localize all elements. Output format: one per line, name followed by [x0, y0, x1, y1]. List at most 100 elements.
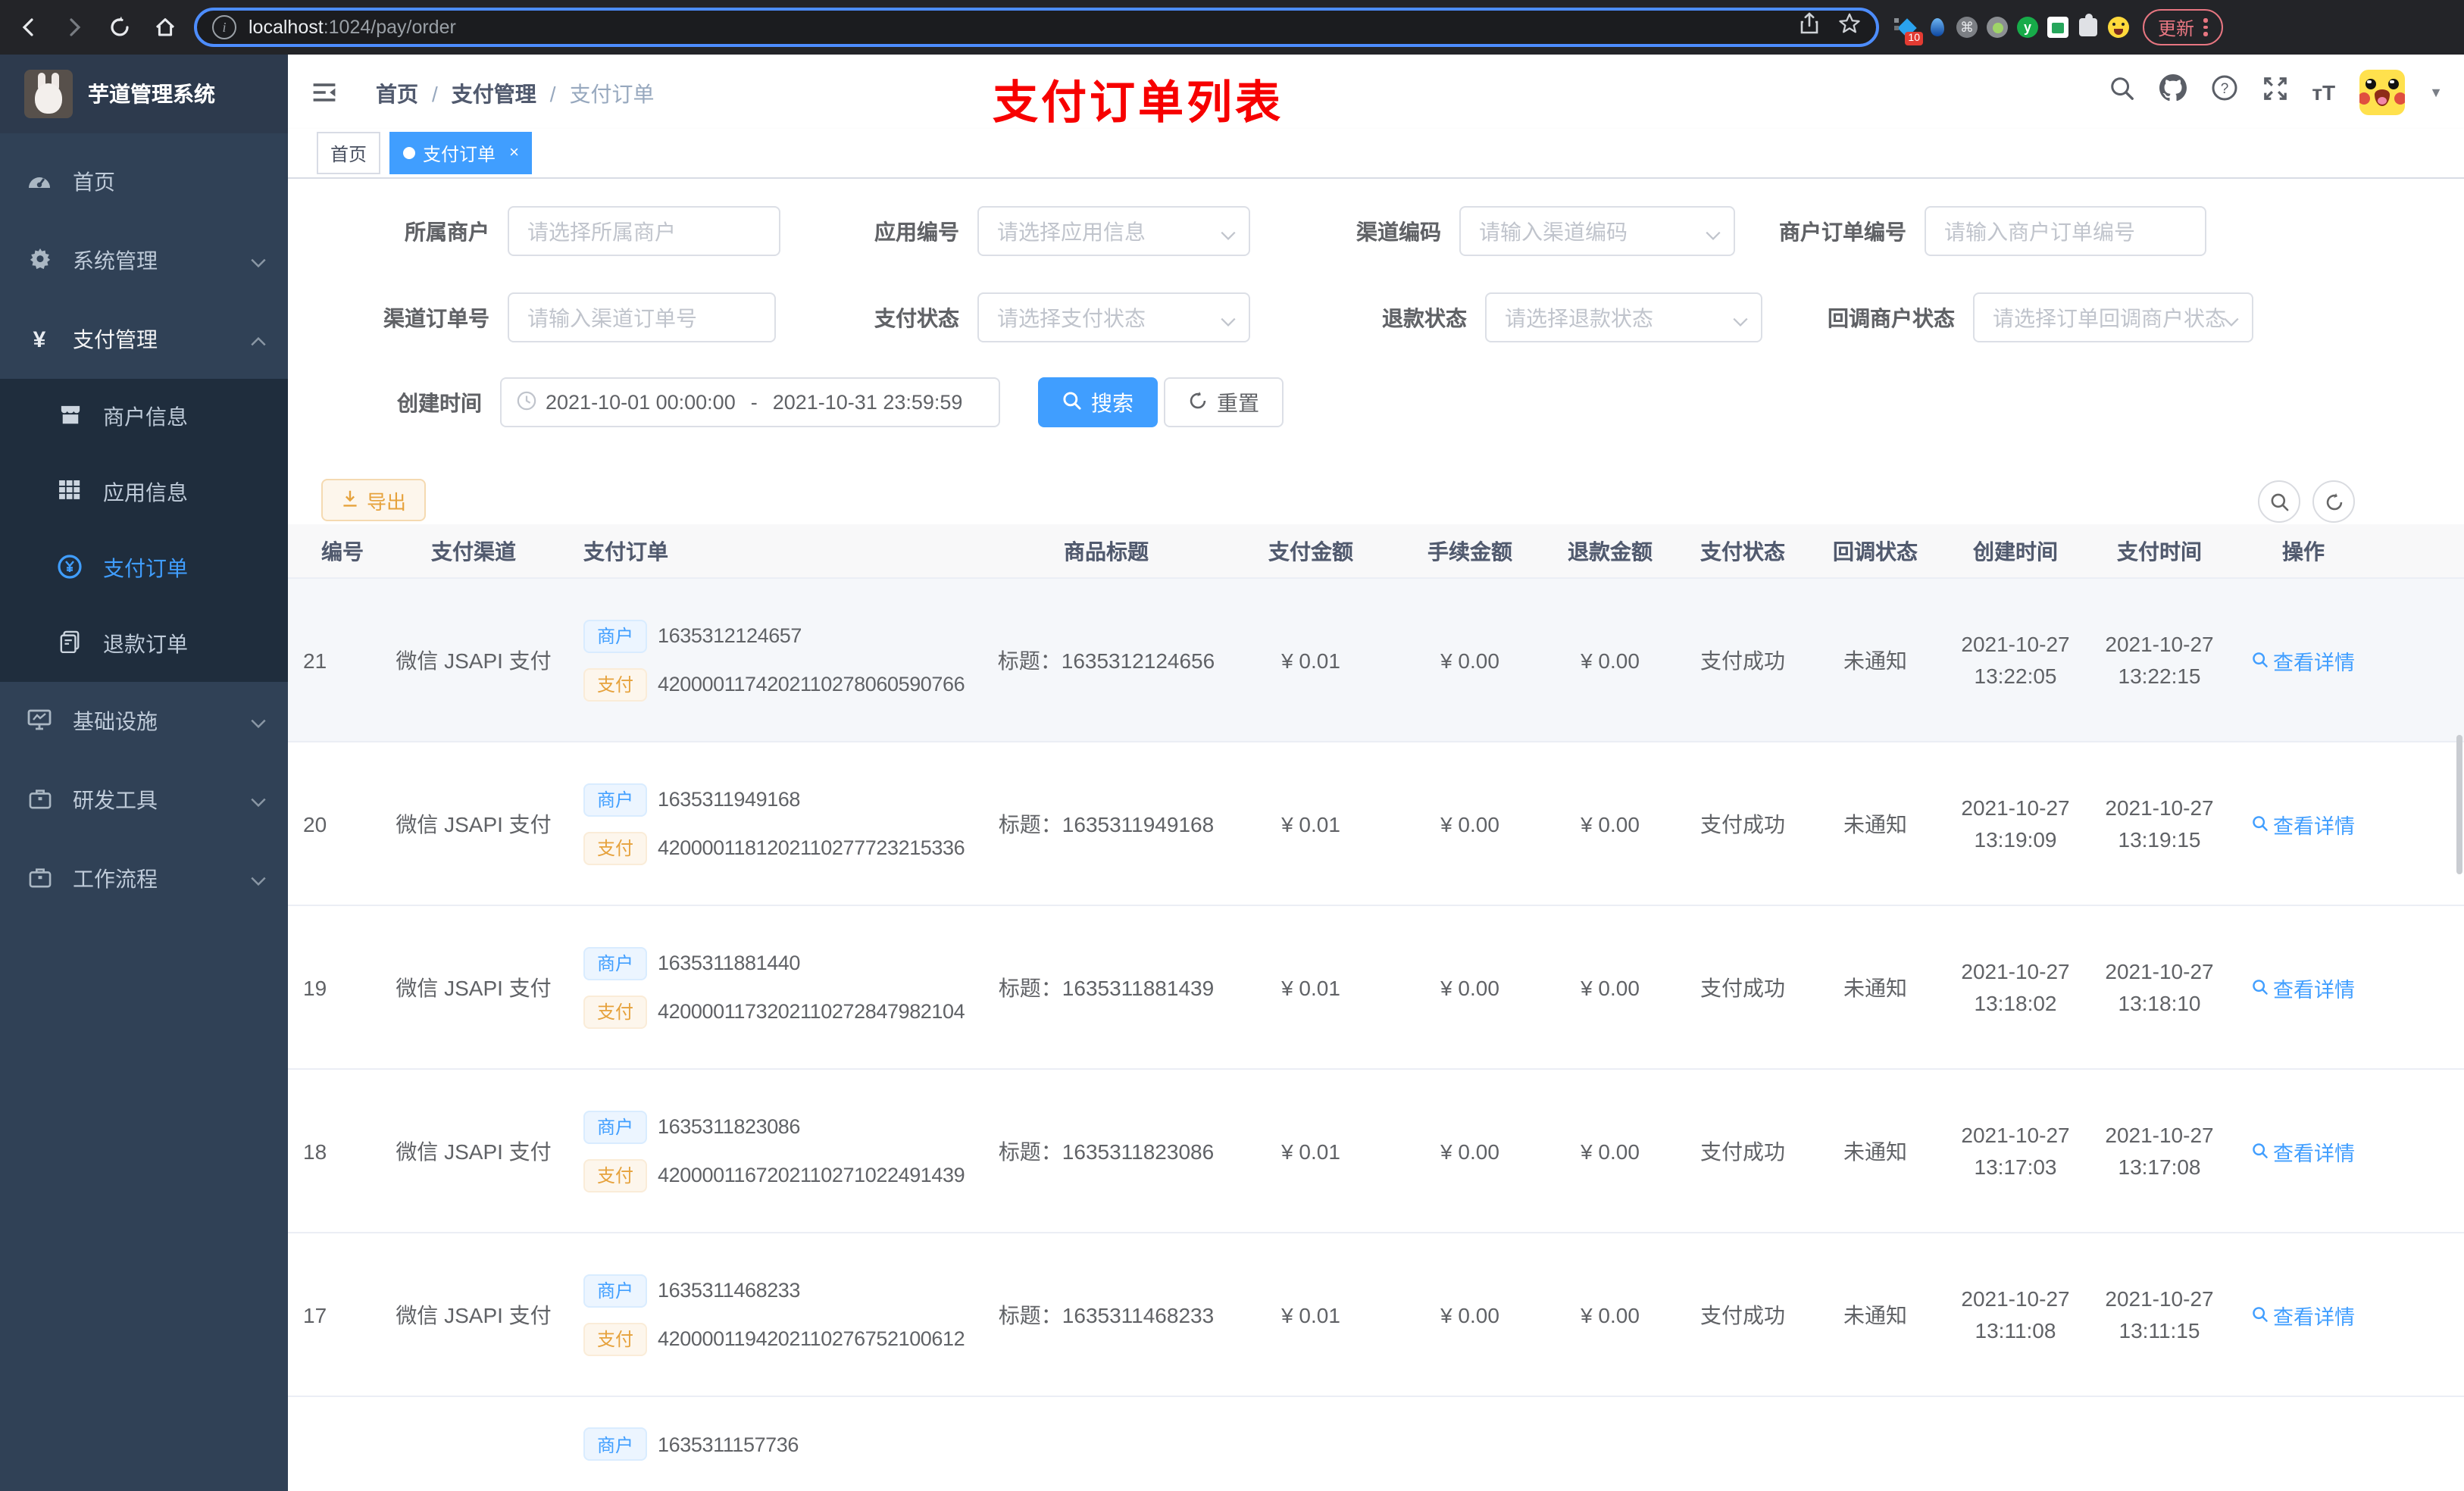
sidebar-collapse-icon[interactable] [311, 79, 338, 114]
sidebar-logo[interactable]: 芋道管理系统 [0, 55, 288, 133]
browser-menu-icon[interactable] [2203, 18, 2208, 36]
orders-table: 编号 支付渠道 支付订单 商品标题 支付金额 手续金额 退款金额 支付状态 回调… [288, 524, 2464, 1491]
sidebar-item-merchant-info[interactable]: 商户信息 [0, 379, 288, 455]
reset-button[interactable]: 重置 [1164, 377, 1284, 427]
notify-status-select[interactable] [1973, 292, 2253, 342]
filter-label-channel-order-no: 渠道订单号 [383, 305, 489, 330]
col-channel: 支付渠道 [379, 524, 568, 579]
sidebar-item-devtool[interactable]: 研发工具 [0, 761, 288, 839]
tag-close-icon[interactable]: × [509, 144, 519, 162]
extension-diamond-icon[interactable]: 10 [1894, 15, 1923, 45]
cell-title: 标题：1635311949168 [993, 742, 1220, 906]
toggle-search-button[interactable] [2258, 480, 2300, 523]
sidebar-item-label: 首页 [73, 170, 115, 194]
profile-emoji-icon[interactable] [2106, 15, 2131, 39]
font-size-icon[interactable]: тT [2312, 80, 2335, 104]
cell-created: 2021-10-27 13:19:09 [1947, 742, 2084, 906]
view-detail-link[interactable]: 查看详情 [2252, 808, 2355, 839]
avatar-caret-icon[interactable]: ▼ [2429, 84, 2443, 99]
pay-tag: 支付 [583, 1322, 648, 1355]
merchant-order-no-input[interactable] [1925, 206, 2206, 256]
cell-pay-status: 支付成功 [1682, 742, 1803, 906]
reload-icon[interactable] [103, 11, 136, 44]
cell-paid: 2021-10-27 13:11:15 [2084, 1233, 2235, 1397]
channel-code-select[interactable] [1459, 206, 1735, 256]
tag-pay-order[interactable]: 支付订单 × [389, 132, 533, 174]
channel-order-no-input[interactable] [508, 292, 776, 342]
export-button[interactable]: 导出 [321, 479, 427, 521]
pay-status-select[interactable] [977, 292, 1250, 342]
col-created: 创建时间 [1947, 524, 2084, 579]
sidebar-item-label: 支付管理 [73, 327, 158, 352]
table-row[interactable]: 20 微信 JSAPI 支付 商户 1635311949168 支付 4200001… [288, 742, 2464, 906]
cell-pay-order: 商户 1635312124657 支付 4200001174202110278060… [568, 619, 993, 701]
chevron-down-icon [250, 867, 267, 891]
chevron-down-icon [250, 248, 267, 273]
merchant-input[interactable] [508, 206, 780, 256]
table-row[interactable]: 19 微信 JSAPI 支付 商户 1635311881440 支付 4200001… [288, 905, 2464, 1070]
chrome-update-button[interactable]: 更新 [2143, 9, 2223, 45]
col-title: 商品标题 [993, 524, 1220, 579]
github-icon[interactable] [2159, 74, 2187, 109]
page-scrollbar[interactable] [2456, 735, 2462, 874]
cell-channel: 微信 JSAPI 支付 [379, 1069, 568, 1233]
documents-icon [58, 630, 82, 658]
sidebar-item-refund-order[interactable]: 退款订单 [0, 606, 288, 682]
extension-y-icon[interactable]: y [2015, 15, 2040, 39]
sidebar-item-app-info[interactable]: 应用信息 [0, 455, 288, 530]
extension-chat-icon[interactable] [2046, 15, 2070, 39]
cell-title: 标题：1635311468233 [993, 1233, 1220, 1397]
fullscreen-icon[interactable] [2262, 75, 2287, 108]
extensions-puzzle-icon[interactable] [2076, 14, 2100, 39]
refresh-table-button[interactable] [2312, 480, 2355, 523]
breadcrumb-home[interactable]: 首页 [376, 79, 418, 109]
home-icon[interactable] [149, 11, 182, 44]
navbar-actions: ? тT ▼ [2109, 55, 2443, 129]
breadcrumb-pay[interactable]: 支付管理 [452, 79, 536, 109]
forward-icon[interactable] [58, 11, 91, 44]
create-time-range-picker[interactable]: 2021-10-01 00:00:00 - 2021-10-31 23:59:5… [500, 377, 1000, 427]
breadcrumb-separator: / [549, 82, 556, 106]
cell-title [993, 1396, 1220, 1491]
briefcase-icon [27, 787, 52, 813]
cell-notify-status: 未通知 [1803, 905, 1947, 1070]
view-detail-link[interactable]: 查看详情 [2252, 645, 2355, 675]
help-icon[interactable]: ? [2210, 74, 2237, 109]
view-detail-link[interactable]: 查看详情 [2252, 972, 2355, 1002]
extension-command-icon[interactable]: ⌘ [1955, 15, 1979, 39]
app-no-select[interactable] [977, 206, 1250, 256]
tag-home[interactable]: 首页 [317, 132, 381, 174]
extension-balloon-icon[interactable] [1925, 15, 1949, 39]
sidebar-item-home[interactable]: 首页 [0, 142, 288, 221]
address-bar[interactable]: i localhost:1024/pay/order [194, 8, 1879, 47]
extension-record-icon[interactable] [1985, 15, 2009, 39]
breadcrumb-current: 支付订单 [569, 82, 655, 106]
table-row[interactable]: 商户 1635311157736 [288, 1396, 2464, 1491]
table-row[interactable]: 21 微信 JSAPI 支付 商户 1635312124657 支付 4200001… [288, 578, 2464, 742]
site-info-icon[interactable]: i [212, 15, 236, 39]
sidebar-item-pay[interactable]: ¥ 支付管理 [0, 300, 288, 379]
table-row[interactable]: 17 微信 JSAPI 支付 商户 1635311468233 支付 4200001… [288, 1233, 2464, 1397]
search-button[interactable]: 搜索 [1038, 377, 1158, 427]
sidebar-item-pay-order[interactable]: 支付订单 [0, 530, 288, 606]
avatar[interactable] [2359, 69, 2406, 114]
refund-status-select[interactable] [1485, 292, 1762, 342]
search-icon[interactable] [2109, 75, 2134, 108]
chevron-down-icon [250, 788, 267, 812]
sidebar-item-infra[interactable]: 基础设施 [0, 682, 288, 761]
cell-pay-order: 商户 1635311949168 支付 4200001181202110277723… [568, 783, 993, 864]
cell-channel: 微信 JSAPI 支付 [379, 742, 568, 906]
shop-icon [58, 404, 82, 430]
sidebar-item-label: 退款订单 [103, 632, 188, 656]
download-icon [341, 489, 359, 511]
back-icon[interactable] [12, 11, 45, 44]
view-detail-link[interactable]: 查看详情 [2252, 1299, 2355, 1330]
table-row[interactable]: 18 微信 JSAPI 支付 商户 1635311823086 支付 4200001… [288, 1069, 2464, 1233]
col-id: 编号 [288, 524, 379, 579]
share-icon[interactable] [1799, 12, 1820, 42]
sidebar-item-workflow[interactable]: 工作流程 [0, 839, 288, 918]
filter-label-notify-status: 回调商户状态 [1828, 305, 1955, 330]
sidebar-item-system[interactable]: 系统管理 [0, 221, 288, 300]
bookmark-star-icon[interactable] [1838, 12, 1861, 42]
view-detail-link[interactable]: 查看详情 [2252, 1136, 2355, 1166]
